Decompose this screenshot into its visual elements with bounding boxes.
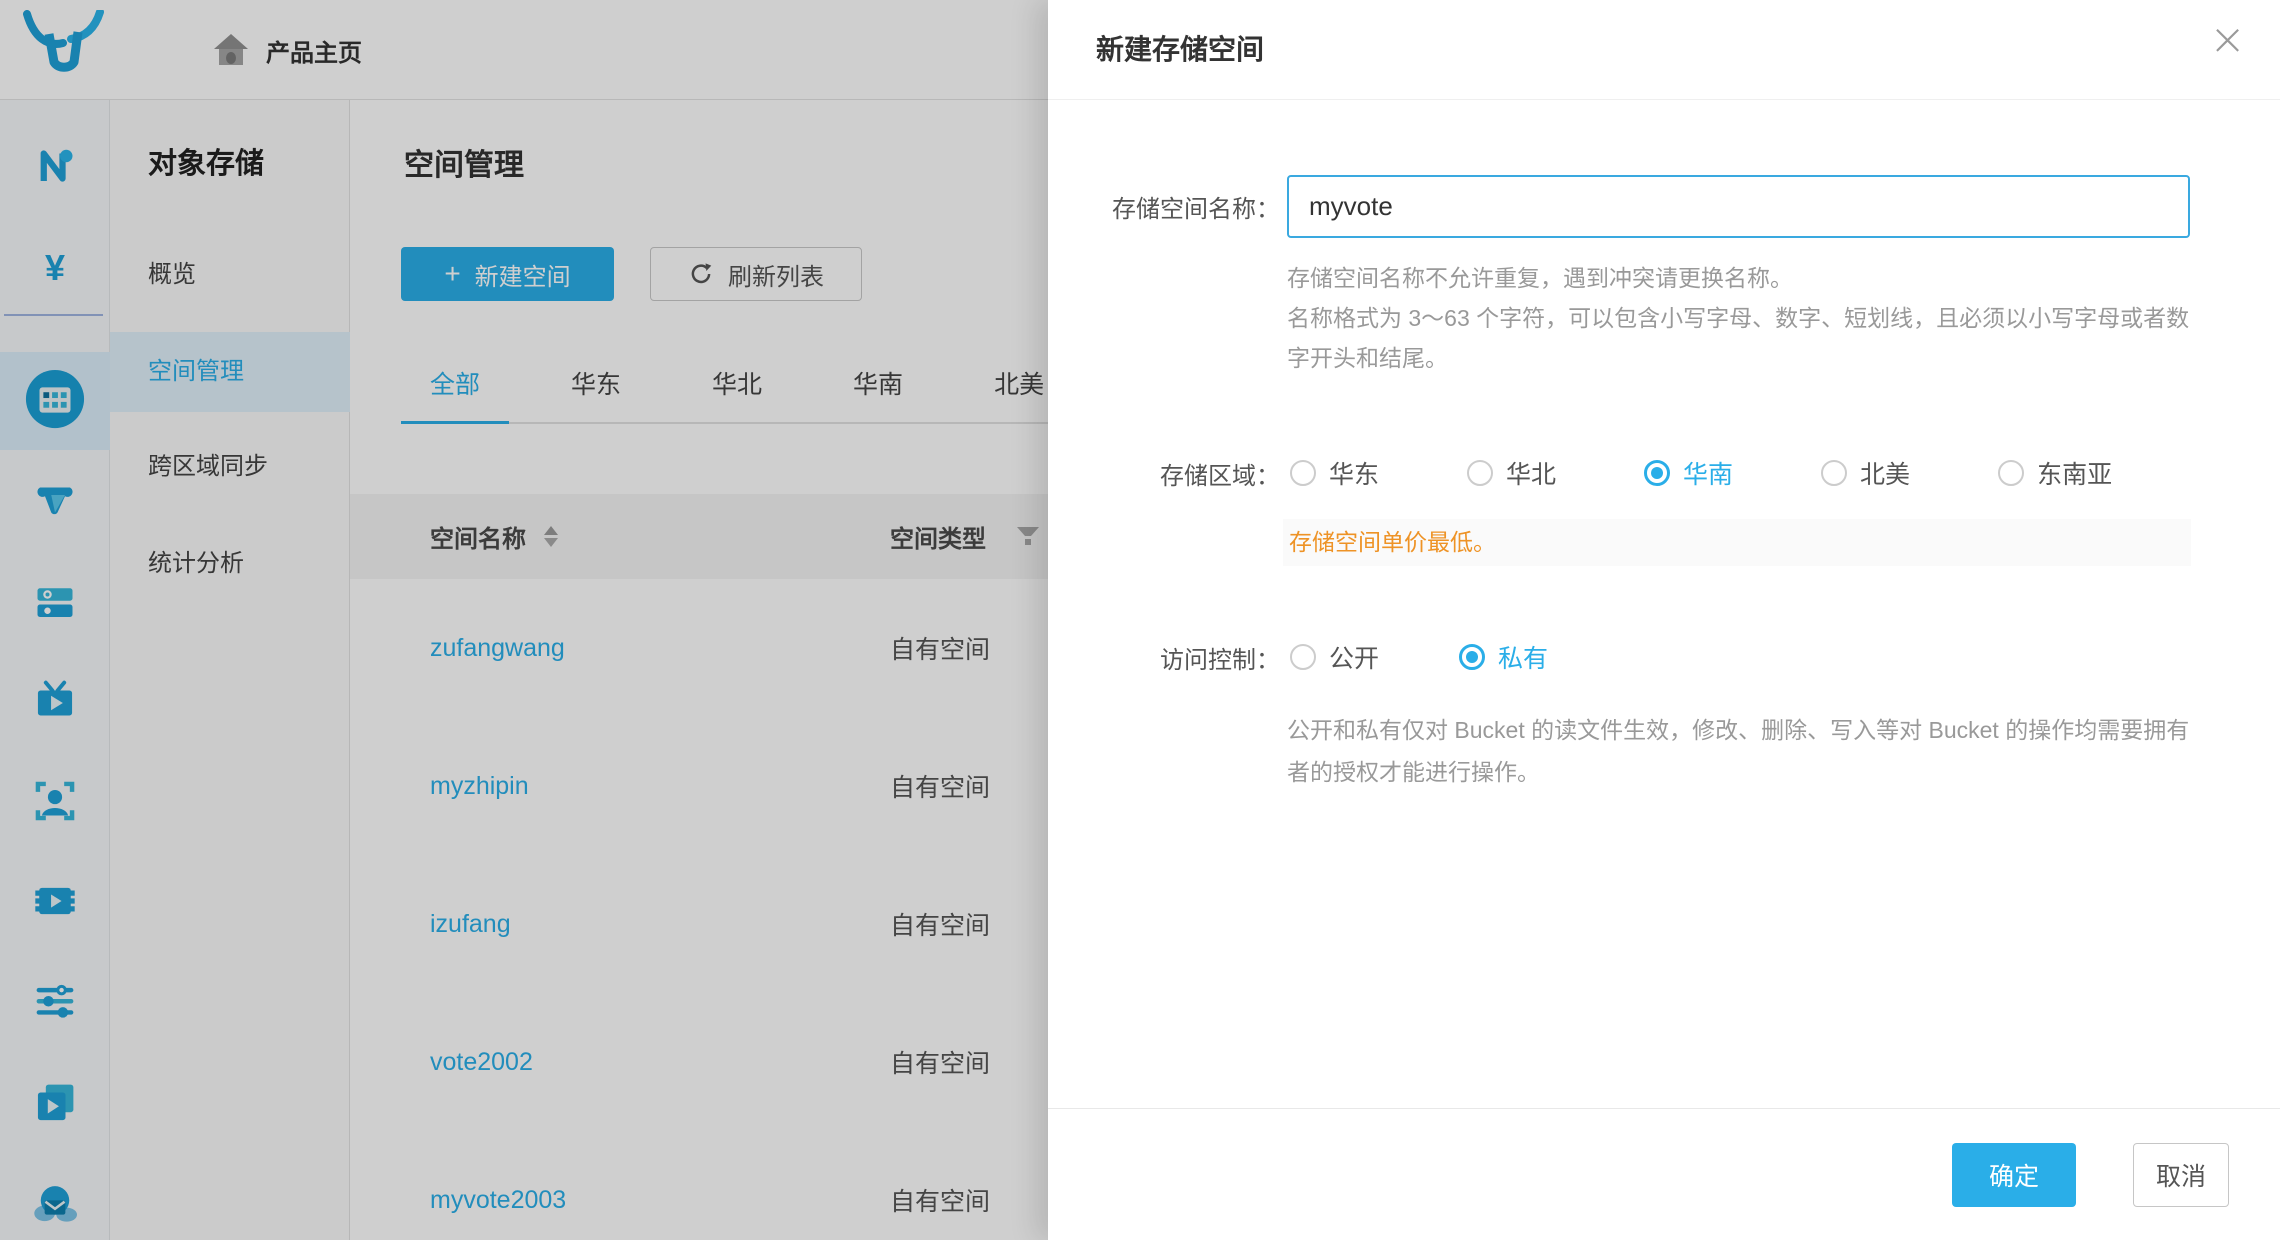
storage-region-row: 存储区域： 华东 华北 华南 北美 — [1048, 455, 2280, 491]
access-option-private[interactable]: 私有 — [1459, 639, 1548, 675]
bucket-name-help-line2: 名称格式为 3～63 个字符，可以包含小写字母、数字、短划线，且必须以小写字母或… — [1287, 298, 2192, 378]
create-bucket-dialog: 新建存储空间 × 存储空间名称： 存储空间名称不允许重复，遇到冲突请更换名称。 … — [1048, 0, 2280, 1240]
region-option-huabei[interactable]: 华北 — [1467, 455, 1556, 491]
region-option-huadong[interactable]: 华东 — [1290, 455, 1379, 491]
bucket-name-help: 存储空间名称不允许重复，遇到冲突请更换名称。 名称格式为 3～63 个字符，可以… — [1287, 258, 2192, 378]
region-option-dongnanya[interactable]: 东南亚 — [1998, 455, 2112, 491]
bucket-name-input[interactable] — [1287, 175, 2190, 238]
dialog-header: 新建存储空间 × — [1048, 0, 2280, 100]
access-control-row: 访问控制： 公开 私有 — [1048, 639, 2280, 675]
access-control-label: 访问控制： — [1048, 640, 1280, 675]
access-option-label: 公开 — [1329, 639, 1379, 675]
access-control-help: 公开和私有仅对 Bucket 的读文件生效，修改、删除、写入等对 Bucket … — [1287, 709, 2205, 793]
storage-region-label: 存储区域： — [1048, 456, 1280, 491]
region-option-label: 华南 — [1683, 455, 1733, 491]
close-icon[interactable]: × — [2209, 18, 2246, 62]
region-price-note: 存储空间单价最低。 — [1283, 519, 2191, 566]
access-option-label: 私有 — [1498, 639, 1548, 675]
radio-icon[interactable] — [1821, 460, 1847, 486]
bucket-name-help-line1: 存储空间名称不允许重复，遇到冲突请更换名称。 — [1287, 258, 2192, 298]
cancel-button[interactable]: 取消 — [2133, 1143, 2229, 1207]
radio-icon[interactable] — [1290, 644, 1316, 670]
region-option-label: 华东 — [1329, 455, 1379, 491]
confirm-button[interactable]: 确定 — [1952, 1143, 2076, 1207]
dialog-footer: 确定 取消 — [1048, 1108, 2280, 1240]
radio-checked-icon[interactable] — [1459, 644, 1485, 670]
access-option-public[interactable]: 公开 — [1290, 639, 1379, 675]
region-option-beimei[interactable]: 北美 — [1821, 455, 1910, 491]
radio-icon[interactable] — [1998, 460, 2024, 486]
region-option-label: 北美 — [1860, 455, 1910, 491]
radio-icon[interactable] — [1290, 460, 1316, 486]
region-option-huanan[interactable]: 华南 — [1644, 455, 1733, 491]
radio-checked-icon[interactable] — [1644, 460, 1670, 486]
app-root: 产品主页 ¥ — [0, 0, 2280, 1240]
region-option-label: 东南亚 — [2037, 455, 2112, 491]
dialog-title: 新建存储空间 — [1096, 28, 1264, 68]
region-option-label: 华北 — [1506, 455, 1556, 491]
radio-icon[interactable] — [1467, 460, 1493, 486]
bucket-name-label: 存储空间名称： — [1048, 189, 1280, 224]
bucket-name-row: 存储空间名称： — [1048, 175, 2280, 238]
